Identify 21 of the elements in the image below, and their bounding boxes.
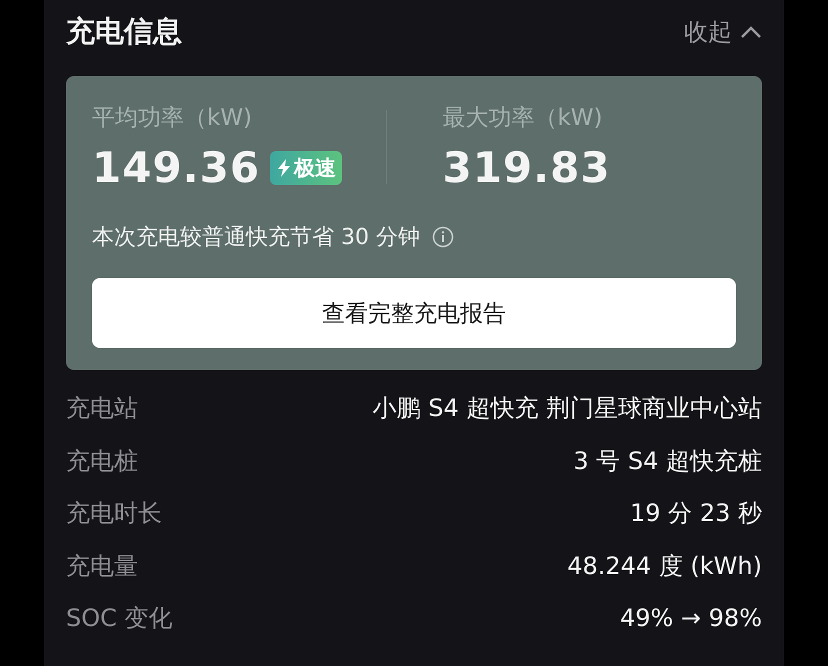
savings-note: 本次充电较普通快充节省 30 分钟 bbox=[92, 224, 420, 252]
section-title: 充电信息 bbox=[66, 13, 182, 50]
detail-label: 充电时长 bbox=[66, 498, 162, 530]
detail-value: 小鹏 S4 超快充 荆门星球商业中心站 bbox=[372, 393, 762, 424]
detail-label: SOC 变化 bbox=[66, 603, 173, 634]
detail-label: 充电量 bbox=[66, 550, 138, 582]
stat-label: 平均功率（kW) bbox=[92, 104, 254, 133]
detail-value: 3 号 S4 超快充桩 bbox=[573, 446, 762, 477]
detail-label: 充电桩 bbox=[66, 446, 138, 477]
collapse-toggle[interactable]: 收起 bbox=[684, 16, 762, 48]
speed-badge: 极速 bbox=[270, 150, 342, 184]
stat-label: 最大功率（kW) bbox=[442, 104, 604, 133]
stat-value: 149.36 bbox=[92, 143, 260, 192]
stat-value: 319.83 bbox=[442, 143, 611, 192]
report-button[interactable]: 查看完整充电报告 bbox=[92, 278, 736, 348]
detail-label: 充电站 bbox=[66, 393, 138, 424]
detail-value: 49% → 98% bbox=[620, 604, 762, 632]
info-icon[interactable] bbox=[432, 226, 454, 248]
detail-value: 48.244 度 (kWh) bbox=[567, 550, 762, 582]
detail-value: 19 分 23 秒 bbox=[630, 498, 762, 530]
chevron-icon bbox=[740, 25, 762, 39]
